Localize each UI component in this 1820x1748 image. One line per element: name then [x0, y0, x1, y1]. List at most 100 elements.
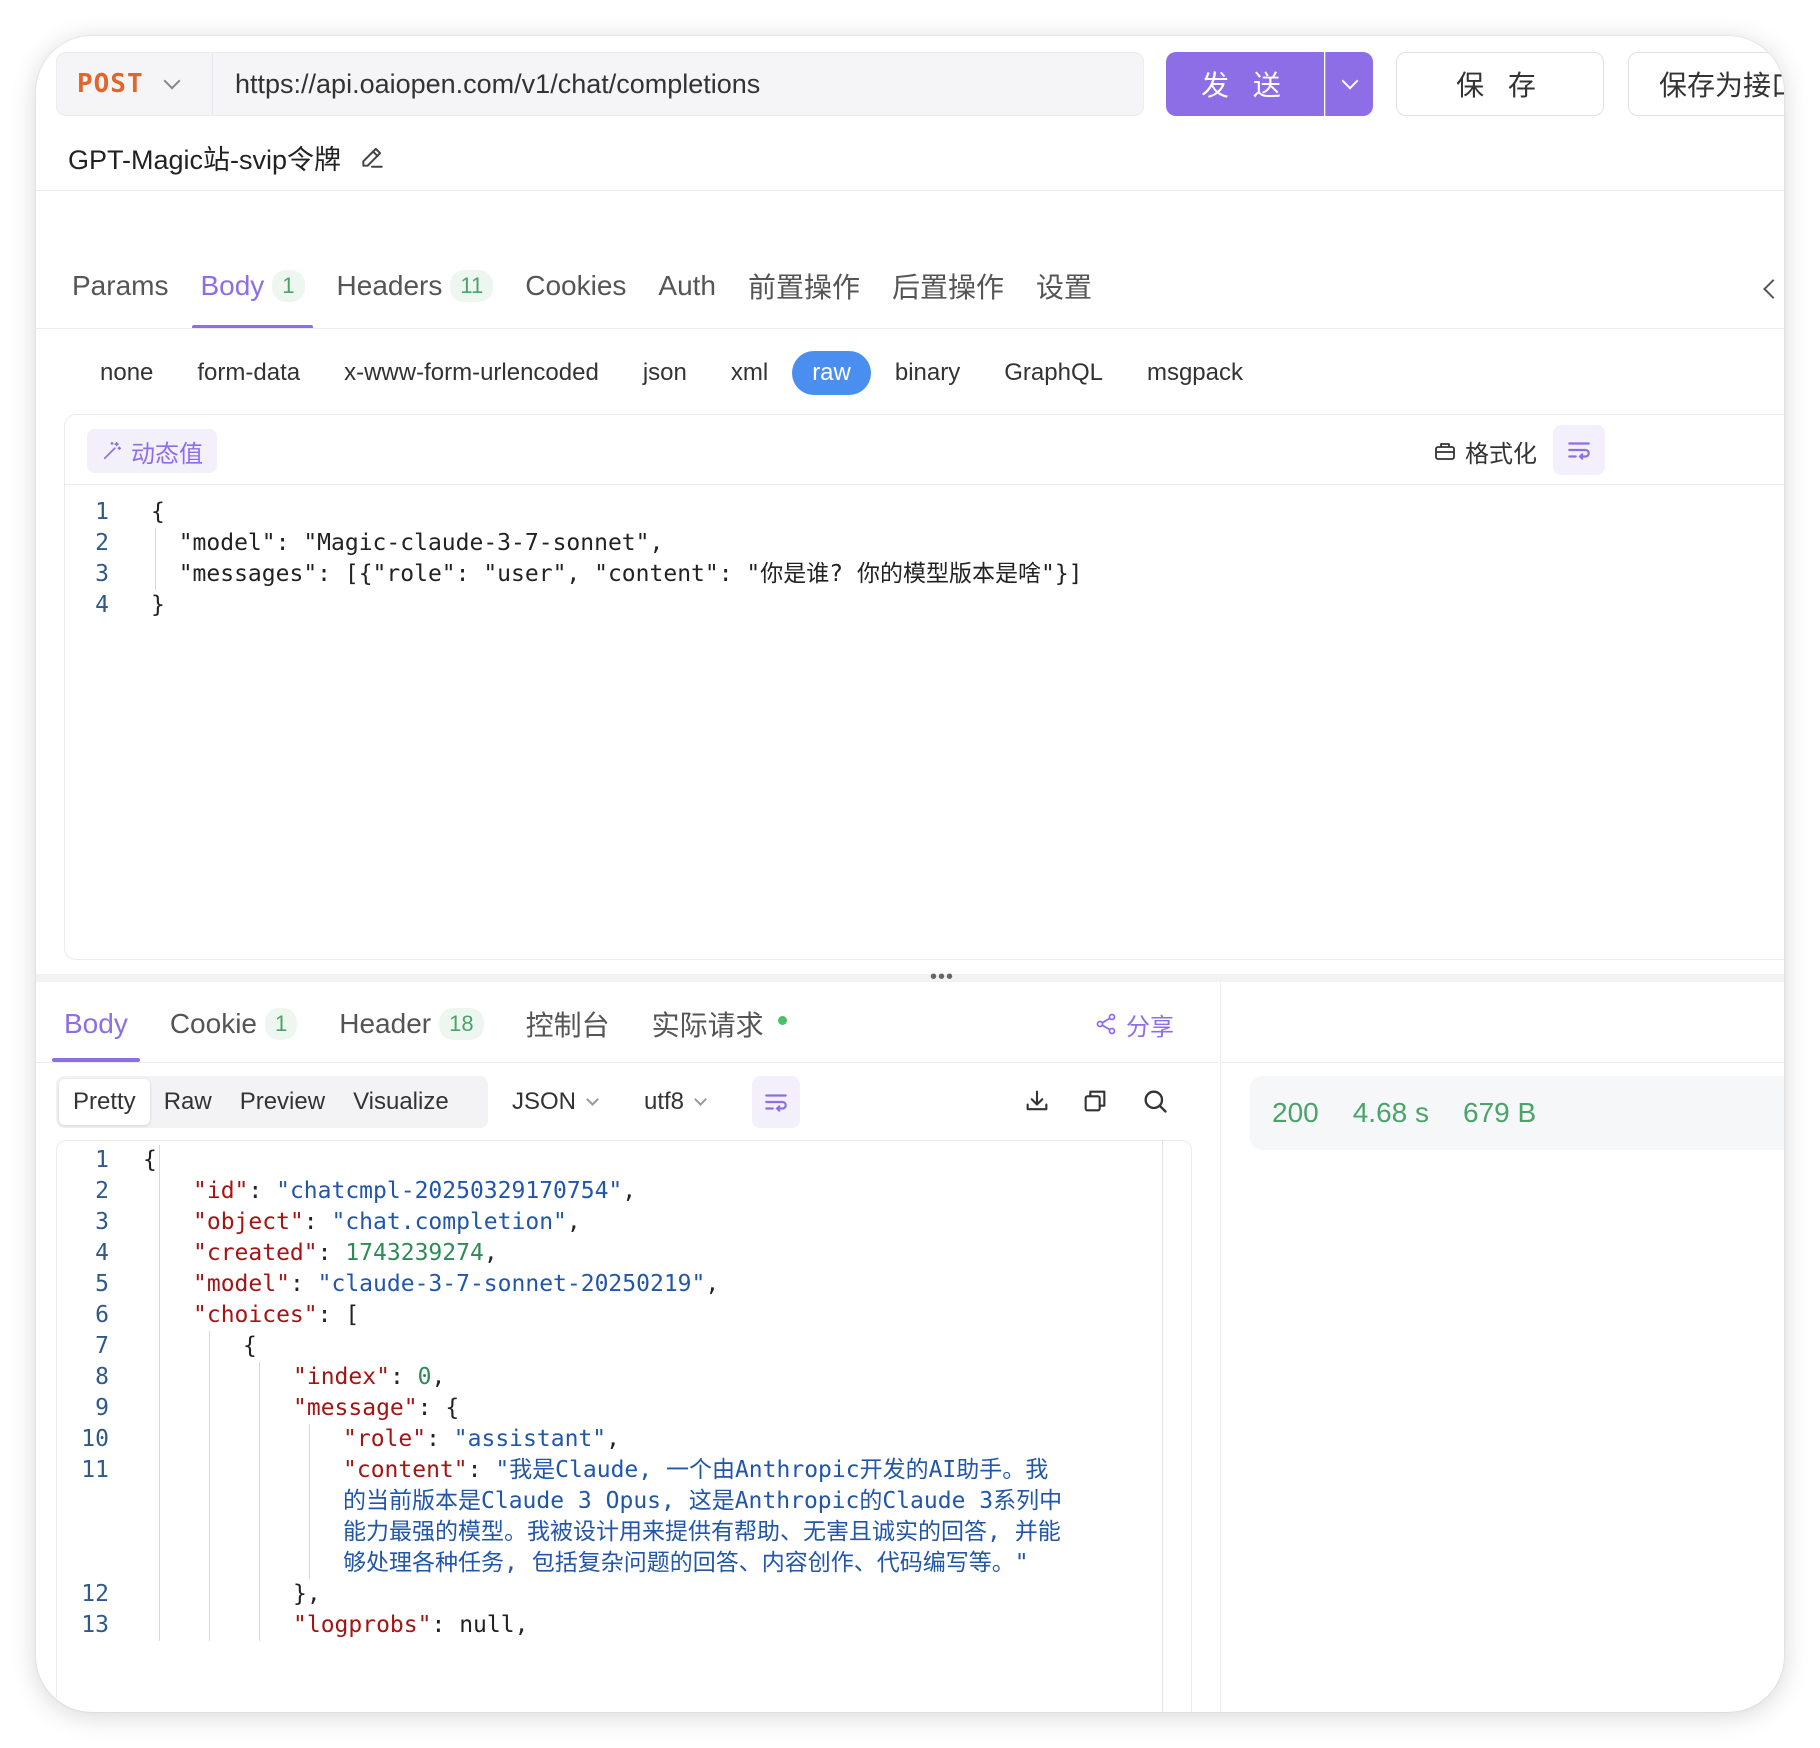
divider [36, 328, 1784, 329]
code-token: "model" [193, 1271, 290, 1297]
divider [1220, 982, 1221, 1712]
body-type-json[interactable]: json [623, 351, 707, 395]
line-number: 9 [95, 1395, 109, 1421]
share-button[interactable]: 分享 [1094, 1006, 1174, 1042]
panel-splitter[interactable] [36, 974, 1784, 982]
body-type-raw[interactable]: raw [792, 351, 871, 395]
copy-button[interactable] [1078, 1084, 1112, 1118]
code-token: "我是Claude, 一个由Anthropic开发的AI助手。我 [495, 1457, 1049, 1483]
line-number: 6 [95, 1302, 109, 1328]
method-select[interactable]: POST [57, 53, 213, 115]
line-number: 1 [95, 499, 109, 525]
save-button[interactable]: 保 存 [1396, 52, 1604, 116]
response-tab-1[interactable]: Body [48, 986, 144, 1062]
tab-label: Headers [336, 270, 443, 301]
line-number: 11 [81, 1457, 109, 1483]
word-wrap-button[interactable] [1553, 425, 1605, 475]
send-button[interactable]: 发 送 [1166, 52, 1324, 116]
edit-icon[interactable] [359, 144, 385, 170]
line-number: 7 [95, 1333, 109, 1359]
encoding-select-value: utf8 [644, 1088, 685, 1115]
code-token: : [389, 1364, 418, 1390]
url-input[interactable] [213, 53, 1143, 115]
tab-cookies[interactable]: Cookies [509, 244, 642, 328]
code-line: "content": "我是Claude, 一个由Anthropic开发的AI助… [343, 1455, 1048, 1486]
dynamic-value-button[interactable]: 动态值 [87, 429, 217, 473]
copy-icon [1084, 1090, 1106, 1112]
code-token: 的当前版本是Claude 3 Opus, 这是Anthropic的Claude … [343, 1488, 1063, 1514]
tab-设置[interactable]: 设置 [1020, 244, 1108, 328]
chevron-left-icon[interactable] [1763, 279, 1783, 299]
download-button[interactable] [1020, 1084, 1054, 1118]
format-button[interactable]: 格式化 [1433, 429, 1537, 473]
body-type-x-www-form-urlencoded[interactable]: x-www-form-urlencoded [324, 351, 619, 395]
body-type-msgpack[interactable]: msgpack [1127, 351, 1263, 395]
code-token: : [426, 1426, 454, 1452]
code-token: , [483, 1240, 498, 1266]
view-mode-raw[interactable]: Raw [150, 1079, 226, 1125]
tab-headers[interactable]: Headers 11 [321, 244, 510, 328]
save-as-api-button[interactable]: 保存为接口 [1628, 52, 1784, 116]
scrollbar[interactable] [1162, 1141, 1163, 1712]
encoding-select[interactable]: utf8 [644, 1082, 707, 1122]
tab-前置操作[interactable]: 前置操作 [732, 244, 876, 328]
indent-guide [259, 1362, 260, 1641]
tab-params[interactable]: Params [56, 244, 184, 328]
code-token: : [248, 1178, 277, 1204]
chevron-down-icon [1341, 72, 1358, 90]
view-mode-visualize[interactable]: Visualize [339, 1079, 463, 1125]
chevron-down-icon [163, 72, 181, 90]
tab-auth[interactable]: Auth [642, 244, 732, 328]
response-tab-2[interactable]: Cookie 1 [154, 986, 313, 1062]
line-number: 8 [95, 1364, 109, 1390]
download-icon [1026, 1090, 1048, 1111]
response-tab-4[interactable]: 控制台 [510, 986, 626, 1062]
tab-后置操作[interactable]: 后置操作 [876, 244, 1020, 328]
body-type-xml[interactable]: xml [711, 351, 788, 395]
tab-label: 前置操作 [748, 272, 861, 303]
response-body-viewer[interactable]: 1 {2 "id": "chatcmpl-20250329170754", 3 "obj… [56, 1140, 1192, 1712]
request-name-label: GPT-Magic站-svip令牌 [68, 144, 342, 175]
tab-count-badge: 1 [272, 270, 305, 302]
tab-label: 后置操作 [892, 272, 1005, 303]
response-tab-3[interactable]: Header 18 [323, 986, 499, 1062]
code-line: "model": "claude-3-7-sonnet-20250219", [193, 1269, 719, 1300]
tab-body[interactable]: Body 1 [184, 244, 320, 329]
request-body-editor[interactable]: 动态值 格式化 1 {2 "model": "Magic-claude-3-7-s… [64, 414, 1784, 960]
response-wrap-button[interactable] [752, 1076, 800, 1128]
view-mode-segment: Pretty Raw Preview Visualize [56, 1076, 488, 1128]
body-type-none[interactable]: none [80, 351, 173, 395]
body-type-graphql[interactable]: GraphQL [984, 351, 1123, 395]
code-token: "created" [193, 1240, 318, 1266]
indent-guide [155, 528, 156, 590]
line-number: 3 [95, 1209, 109, 1235]
code-token: : [303, 1209, 332, 1235]
code-token: : [317, 1240, 346, 1266]
divider [36, 1062, 1218, 1063]
magic-wand-icon [103, 441, 122, 460]
line-number: 4 [95, 1240, 109, 1266]
code-token: , [566, 1209, 581, 1235]
code-token: "choices" [193, 1302, 318, 1328]
code-token: , [431, 1364, 446, 1390]
view-mode-pretty[interactable]: Pretty [59, 1079, 150, 1125]
editor-toolbar: 动态值 格式化 [65, 415, 1784, 485]
format-select[interactable]: JSON [512, 1082, 599, 1122]
drag-handle-icon[interactable]: ••• [930, 966, 954, 989]
code-token: : [431, 1612, 460, 1638]
line-number: 13 [81, 1612, 109, 1638]
code-token: : [467, 1457, 496, 1483]
tab-label: Params [72, 270, 169, 301]
code-token: , [606, 1426, 620, 1452]
body-type-binary[interactable]: binary [875, 351, 980, 395]
search-button[interactable] [1138, 1084, 1172, 1118]
view-mode-preview[interactable]: Preview [226, 1079, 339, 1125]
code-line: "id": "chatcmpl-20250329170754", [193, 1176, 636, 1207]
send-dropdown-button[interactable] [1325, 52, 1373, 116]
tab-count-badge: 1 [265, 1008, 298, 1040]
response-tab-5[interactable]: 实际请求 [636, 986, 803, 1062]
line-number: 1 [95, 1147, 109, 1173]
body-type-form-data[interactable]: form-data [177, 351, 320, 395]
code-token: 0 [417, 1364, 432, 1390]
app-window: POST 发 送 保 存 保存为接口 GPT-Magic站-svip令牌 Par… [36, 36, 1784, 1712]
